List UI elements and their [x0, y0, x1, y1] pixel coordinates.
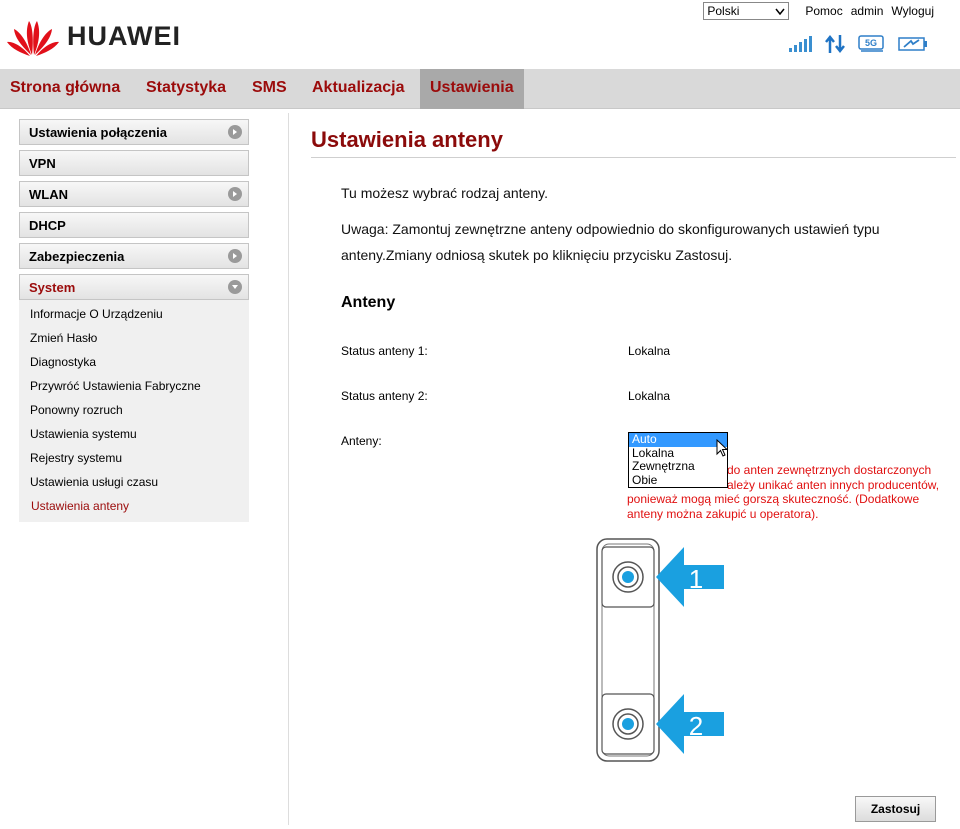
page-title: Ustawienia anteny: [311, 127, 503, 152]
apply-button[interactable]: Zastosuj: [855, 796, 936, 822]
port-1-number: 1: [689, 564, 703, 594]
submenu-reboot[interactable]: Ponowny rozruch: [19, 398, 249, 422]
sidebar-item-label: Zabezpieczenia: [29, 248, 125, 264]
logout-link[interactable]: Wyloguj: [891, 4, 934, 18]
brand-name: HUAWEI: [67, 20, 181, 51]
svg-text:5G: 5G: [865, 38, 877, 48]
sidebar-item-wlan[interactable]: WLAN: [19, 181, 249, 207]
section-title: Anteny: [341, 294, 396, 311]
status-icons: 5G: [788, 34, 928, 54]
submenu-time-settings[interactable]: Ustawienia usługi czasu: [19, 470, 249, 494]
sidebar: Ustawienia połączenia VPN WLAN DHCP Zabe…: [19, 119, 249, 522]
sidebar-item-label: VPN: [29, 155, 56, 171]
divider: [288, 113, 289, 825]
nav-sms[interactable]: SMS: [242, 69, 297, 109]
top-links: Polski Pomoc admin Wyloguj: [703, 2, 934, 20]
dropdown-option-both[interactable]: Obie: [629, 473, 727, 488]
sidebar-item-connection-settings[interactable]: Ustawienia połączenia: [19, 119, 249, 145]
antenna2-status-value: Lokalna: [628, 389, 671, 403]
main-nav: Strona główna Statystyka SMS Aktualizacj…: [0, 69, 960, 109]
title-divider: [311, 157, 956, 158]
nav-update[interactable]: Aktualizacja: [302, 69, 414, 109]
data-transfer-icon: [825, 34, 845, 54]
sidebar-item-vpn[interactable]: VPN: [19, 150, 249, 176]
system-submenu: Informacje O Urządzeniu Zmień Hasło Diag…: [19, 300, 249, 522]
huawei-logo: HUAWEI: [5, 15, 181, 57]
port-2-number: 2: [689, 711, 703, 741]
submenu-antenna-settings[interactable]: Ustawienia anteny: [19, 494, 249, 518]
note-text-line1: Uwaga: Zamontuj zewnętrzne anteny odpowi…: [341, 221, 880, 237]
user-link[interactable]: admin: [851, 4, 884, 18]
submenu-system-logs[interactable]: Rejestry systemu: [19, 446, 249, 470]
antenna1-status-label: Status anteny 1:: [341, 344, 428, 358]
language-select[interactable]: Polski: [703, 2, 790, 20]
mouse-cursor-icon: [716, 439, 729, 457]
nav-settings[interactable]: Ustawienia: [420, 69, 524, 109]
sidebar-item-system[interactable]: System: [19, 274, 249, 300]
chevron-right-icon: [228, 187, 242, 201]
chevron-right-icon: [228, 125, 242, 139]
antenna1-status-value: Lokalna: [628, 344, 671, 358]
antenna2-status-label: Status anteny 2:: [341, 389, 428, 403]
signal-icon: [789, 36, 812, 52]
language-value: Polski: [707, 4, 740, 18]
intro-text: Tu możesz wybrać rodzaj anteny.: [341, 185, 548, 201]
antenna-port-1: [612, 561, 644, 593]
note-text-line2: anteny.Zmiany odniosą skutek po kliknięc…: [341, 247, 733, 263]
antennas-label: Anteny:: [341, 434, 382, 448]
network-5g-icon: 5G: [858, 35, 884, 52]
chevron-down-icon: [775, 8, 785, 15]
sidebar-item-dhcp[interactable]: DHCP: [19, 212, 249, 238]
sidebar-item-label: Ustawienia połączenia: [29, 124, 167, 140]
sidebar-item-label: DHCP: [29, 217, 66, 233]
nav-statistics[interactable]: Statystyka: [136, 69, 236, 109]
antenna-type-dropdown[interactable]: Auto Lokalna Zewnętrzna Obie: [628, 432, 728, 488]
nav-home[interactable]: Strona główna: [0, 69, 130, 109]
sidebar-item-security[interactable]: Zabezpieczenia: [19, 243, 249, 269]
sidebar-item-label: System: [29, 279, 76, 295]
router-back-panel-illustration: 1 2: [596, 538, 724, 762]
submenu-system-settings[interactable]: Ustawienia systemu: [19, 422, 249, 446]
dropdown-option-local[interactable]: Lokalna: [629, 446, 727, 461]
chevron-down-icon: [228, 280, 242, 294]
submenu-device-info[interactable]: Informacje O Urządzeniu: [19, 302, 249, 326]
dropdown-option-external[interactable]: Zewnętrzna: [629, 459, 727, 474]
warning-line: anteny można zakupić u operatora).: [627, 506, 819, 521]
antenna-ports-diagram: 1 2: [596, 538, 728, 769]
battery-icon: [898, 37, 927, 51]
chevron-right-icon: [228, 249, 242, 263]
antenna-port-2: [612, 708, 644, 740]
help-link[interactable]: Pomoc: [805, 4, 842, 18]
submenu-factory-reset[interactable]: Przywróć Ustawienia Fabryczne: [19, 374, 249, 398]
sidebar-item-label: WLAN: [29, 186, 68, 202]
warning-line: ponieważ mogą mieć gorszą skuteczność. (…: [627, 492, 920, 506]
submenu-change-password[interactable]: Zmień Hasło: [19, 326, 249, 350]
huawei-flower-icon: [7, 21, 59, 56]
submenu-diagnostics[interactable]: Diagnostyka: [19, 350, 249, 374]
dropdown-option-auto[interactable]: Auto: [629, 432, 727, 447]
